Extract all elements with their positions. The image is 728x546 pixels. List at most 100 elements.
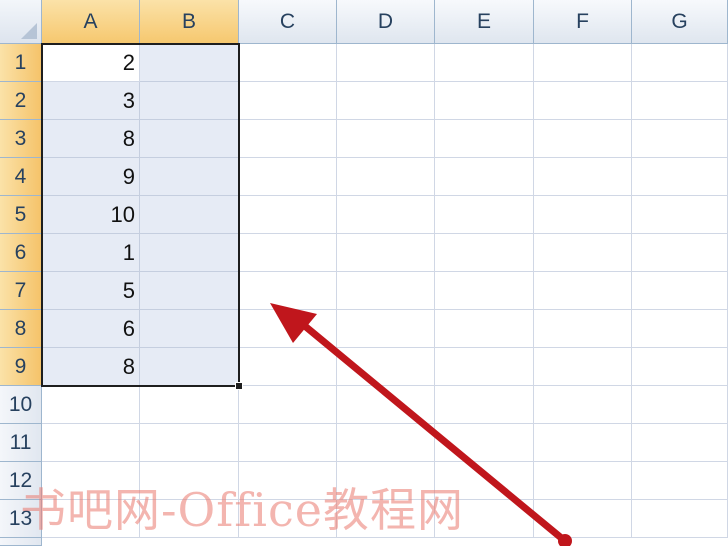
cell-f11[interactable]: [534, 424, 632, 462]
row-header-2[interactable]: 2: [0, 82, 42, 120]
cell-b10[interactable]: [140, 386, 239, 424]
cell-e4[interactable]: [435, 158, 534, 196]
cell-a6[interactable]: 1: [42, 234, 140, 272]
cell-f9[interactable]: [534, 348, 632, 386]
cell-e9[interactable]: [435, 348, 534, 386]
cell-a8[interactable]: 6: [42, 310, 140, 348]
cell-a1[interactable]: 2: [42, 44, 140, 82]
cell-f7[interactable]: [534, 272, 632, 310]
cell-f1[interactable]: [534, 44, 632, 82]
row-header-3[interactable]: 3: [0, 120, 42, 158]
cell-e10[interactable]: [435, 386, 534, 424]
cell-g13[interactable]: [632, 500, 728, 538]
column-header-a[interactable]: A: [42, 0, 140, 44]
column-header-f[interactable]: F: [534, 0, 632, 44]
cell-d11[interactable]: [337, 424, 435, 462]
row-header-8[interactable]: 8: [0, 310, 42, 348]
cell-g8[interactable]: [632, 310, 728, 348]
cell-d2[interactable]: [337, 82, 435, 120]
cell-g3[interactable]: [632, 120, 728, 158]
cell-a10[interactable]: [42, 386, 140, 424]
cell-d6[interactable]: [337, 234, 435, 272]
cell-g10[interactable]: [632, 386, 728, 424]
cell-g7[interactable]: [632, 272, 728, 310]
cell-e5[interactable]: [435, 196, 534, 234]
cell-c8[interactable]: [239, 310, 337, 348]
cell-e1[interactable]: [435, 44, 534, 82]
cell-b7[interactable]: [140, 272, 239, 310]
cell-a9[interactable]: 8: [42, 348, 140, 386]
cell-c4[interactable]: [239, 158, 337, 196]
cell-d1[interactable]: [337, 44, 435, 82]
cell-b11[interactable]: [140, 424, 239, 462]
row-header-6[interactable]: 6: [0, 234, 42, 272]
cell-a11[interactable]: [42, 424, 140, 462]
cell-d5[interactable]: [337, 196, 435, 234]
cell-d10[interactable]: [337, 386, 435, 424]
cell-b8[interactable]: [140, 310, 239, 348]
cell-f3[interactable]: [534, 120, 632, 158]
cell-c6[interactable]: [239, 234, 337, 272]
cell-f6[interactable]: [534, 234, 632, 272]
cell-f10[interactable]: [534, 386, 632, 424]
cell-c9[interactable]: [239, 348, 337, 386]
row-header-5[interactable]: 5: [0, 196, 42, 234]
row-header-7[interactable]: 7: [0, 272, 42, 310]
cell-g2[interactable]: [632, 82, 728, 120]
cell-g12[interactable]: [632, 462, 728, 500]
cell-c2[interactable]: [239, 82, 337, 120]
cell-e3[interactable]: [435, 120, 534, 158]
cell-d9[interactable]: [337, 348, 435, 386]
cell-g9[interactable]: [632, 348, 728, 386]
cell-g1[interactable]: [632, 44, 728, 82]
cell-g6[interactable]: [632, 234, 728, 272]
column-header-b[interactable]: B: [140, 0, 239, 44]
cell-d8[interactable]: [337, 310, 435, 348]
cell-f12[interactable]: [534, 462, 632, 500]
cell-c1[interactable]: [239, 44, 337, 82]
cell-d7[interactable]: [337, 272, 435, 310]
row-header-9[interactable]: 9: [0, 348, 42, 386]
cell-f2[interactable]: [534, 82, 632, 120]
cell-e7[interactable]: [435, 272, 534, 310]
cell-a5[interactable]: 10: [42, 196, 140, 234]
cell-b9[interactable]: [140, 348, 239, 386]
cell-e8[interactable]: [435, 310, 534, 348]
row-header-1[interactable]: 1: [0, 44, 42, 82]
cell-a7[interactable]: 5: [42, 272, 140, 310]
cell-a3[interactable]: 8: [42, 120, 140, 158]
row-header-11[interactable]: 11: [0, 424, 42, 462]
cell-c3[interactable]: [239, 120, 337, 158]
cell-e11[interactable]: [435, 424, 534, 462]
row-header-10[interactable]: 10: [0, 386, 42, 424]
cell-f5[interactable]: [534, 196, 632, 234]
column-header-g[interactable]: G: [632, 0, 728, 44]
cell-b3[interactable]: [140, 120, 239, 158]
select-all-button[interactable]: [0, 0, 42, 44]
cell-b6[interactable]: [140, 234, 239, 272]
cell-g11[interactable]: [632, 424, 728, 462]
cell-c10[interactable]: [239, 386, 337, 424]
column-header-e[interactable]: E: [435, 0, 534, 44]
cell-c7[interactable]: [239, 272, 337, 310]
cell-f13[interactable]: [534, 500, 632, 538]
cell-d3[interactable]: [337, 120, 435, 158]
cell-b1[interactable]: [140, 44, 239, 82]
column-header-d[interactable]: D: [337, 0, 435, 44]
cell-a2[interactable]: 3: [42, 82, 140, 120]
fill-handle[interactable]: [235, 382, 243, 390]
cell-b2[interactable]: [140, 82, 239, 120]
cell-d4[interactable]: [337, 158, 435, 196]
cell-e6[interactable]: [435, 234, 534, 272]
cell-b5[interactable]: [140, 196, 239, 234]
column-header-c[interactable]: C: [239, 0, 337, 44]
cell-a4[interactable]: 9: [42, 158, 140, 196]
cell-f4[interactable]: [534, 158, 632, 196]
cell-f8[interactable]: [534, 310, 632, 348]
cell-b4[interactable]: [140, 158, 239, 196]
cell-e2[interactable]: [435, 82, 534, 120]
cell-g4[interactable]: [632, 158, 728, 196]
row-header-4[interactable]: 4: [0, 158, 42, 196]
cell-c5[interactable]: [239, 196, 337, 234]
cell-g5[interactable]: [632, 196, 728, 234]
